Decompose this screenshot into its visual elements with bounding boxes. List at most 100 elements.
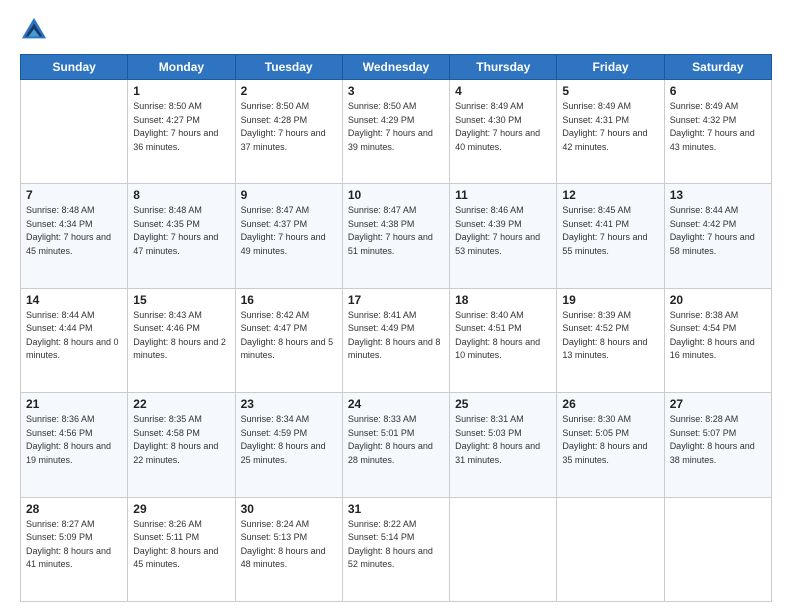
day-number: 9: [241, 188, 337, 202]
calendar-day-cell: 1Sunrise: 8:50 AMSunset: 4:27 PMDaylight…: [128, 80, 235, 184]
day-info: Sunrise: 8:42 AMSunset: 4:47 PMDaylight:…: [241, 309, 337, 363]
weekday-header: Friday: [557, 55, 664, 80]
calendar-day-cell: 7 Sunrise: 8:48 AMSunset: 4:34 PMDaylight…: [21, 184, 128, 288]
calendar-day-cell: 17 Sunrise: 8:41 AMSunset: 4:49 PMDayligh…: [342, 288, 449, 392]
day-info: Sunrise: 8:50 AMSunset: 4:27 PMDaylight:…: [133, 100, 229, 154]
calendar-day-cell: 28 Sunrise: 8:27 AMSunset: 5:09 PMDayligh…: [21, 497, 128, 601]
calendar-header-row: SundayMondayTuesdayWednesdayThursdayFrid…: [21, 55, 772, 80]
calendar-day-cell: 15 Sunrise: 8:43 AMSunset: 4:46 PMDayligh…: [128, 288, 235, 392]
logo: [20, 16, 52, 44]
calendar-day-cell: 4Sunrise: 8:49 AMSunset: 4:30 PMDaylight…: [450, 80, 557, 184]
day-number: 27: [670, 397, 766, 411]
calendar-day-cell: 19 Sunrise: 8:39 AMSunset: 4:52 PMDayligh…: [557, 288, 664, 392]
calendar-day-cell: 31Sunrise: 8:22 AMSunset: 5:14 PMDayligh…: [342, 497, 449, 601]
day-number: 5: [562, 84, 658, 98]
day-info: Sunrise: 8:50 AMSunset: 4:28 PMDaylight:…: [241, 100, 337, 154]
day-number: 23: [241, 397, 337, 411]
day-number: 13: [670, 188, 766, 202]
calendar-day-cell: 18 Sunrise: 8:40 AMSunset: 4:51 PMDayligh…: [450, 288, 557, 392]
calendar-day-cell: 26Sunrise: 8:30 AMSunset: 5:05 PMDayligh…: [557, 393, 664, 497]
calendar-day-cell: 13 Sunrise: 8:44 AMSunset: 4:42 PMDayligh…: [664, 184, 771, 288]
calendar-day-cell: 21Sunrise: 8:36 AMSunset: 4:56 PMDayligh…: [21, 393, 128, 497]
day-info: Sunrise: 8:46 AMSunset: 4:39 PMDaylight:…: [455, 204, 551, 258]
calendar-day-cell: [450, 497, 557, 601]
day-info: Sunrise: 8:24 AMSunset: 5:13 PMDaylight:…: [241, 518, 337, 572]
weekday-header: Tuesday: [235, 55, 342, 80]
calendar-day-cell: 20 Sunrise: 8:38 AMSunset: 4:54 PMDayligh…: [664, 288, 771, 392]
calendar-day-cell: 23Sunrise: 8:34 AMSunset: 4:59 PMDayligh…: [235, 393, 342, 497]
day-number: 28: [26, 502, 122, 516]
calendar-day-cell: 29 Sunrise: 8:26 AMSunset: 5:11 PMDayligh…: [128, 497, 235, 601]
calendar-day-cell: [664, 497, 771, 601]
calendar-day-cell: 16Sunrise: 8:42 AMSunset: 4:47 PMDayligh…: [235, 288, 342, 392]
day-info: Sunrise: 8:41 AMSunset: 4:49 PMDaylight:…: [348, 309, 444, 363]
day-number: 26: [562, 397, 658, 411]
day-info: Sunrise: 8:47 AMSunset: 4:37 PMDaylight:…: [241, 204, 337, 258]
day-info: Sunrise: 8:48 AMSunset: 4:34 PMDaylight:…: [26, 204, 122, 258]
day-info: Sunrise: 8:45 AMSunset: 4:41 PMDaylight:…: [562, 204, 658, 258]
day-info: Sunrise: 8:22 AMSunset: 5:14 PMDaylight:…: [348, 518, 444, 572]
day-info: Sunrise: 8:26 AMSunset: 5:11 PMDaylight:…: [133, 518, 229, 572]
weekday-header: Wednesday: [342, 55, 449, 80]
day-info: Sunrise: 8:35 AMSunset: 4:58 PMDaylight:…: [133, 413, 229, 467]
calendar-week-row: 21Sunrise: 8:36 AMSunset: 4:56 PMDayligh…: [21, 393, 772, 497]
day-number: 2: [241, 84, 337, 98]
calendar-day-cell: 8 Sunrise: 8:48 AMSunset: 4:35 PMDaylight…: [128, 184, 235, 288]
day-number: 18: [455, 293, 551, 307]
day-number: 20: [670, 293, 766, 307]
calendar-day-cell: 24 Sunrise: 8:33 AMSunset: 5:01 PMDayligh…: [342, 393, 449, 497]
day-info: Sunrise: 8:27 AMSunset: 5:09 PMDaylight:…: [26, 518, 122, 572]
day-info: Sunrise: 8:39 AMSunset: 4:52 PMDaylight:…: [562, 309, 658, 363]
day-number: 6: [670, 84, 766, 98]
weekday-header: Sunday: [21, 55, 128, 80]
day-number: 21: [26, 397, 122, 411]
day-number: 19: [562, 293, 658, 307]
calendar-day-cell: 6 Sunrise: 8:49 AMSunset: 4:32 PMDaylight…: [664, 80, 771, 184]
page: SundayMondayTuesdayWednesdayThursdayFrid…: [0, 0, 792, 612]
calendar-day-cell: 10 Sunrise: 8:47 AMSunset: 4:38 PMDayligh…: [342, 184, 449, 288]
calendar-day-cell: 5Sunrise: 8:49 AMSunset: 4:31 PMDaylight…: [557, 80, 664, 184]
calendar-day-cell: [557, 497, 664, 601]
day-number: 7: [26, 188, 122, 202]
day-number: 10: [348, 188, 444, 202]
day-info: Sunrise: 8:44 AMSunset: 4:44 PMDaylight:…: [26, 309, 122, 363]
day-number: 24: [348, 397, 444, 411]
day-info: Sunrise: 8:48 AMSunset: 4:35 PMDaylight:…: [133, 204, 229, 258]
day-info: Sunrise: 8:28 AMSunset: 5:07 PMDaylight:…: [670, 413, 766, 467]
weekday-header: Saturday: [664, 55, 771, 80]
day-info: Sunrise: 8:47 AMSunset: 4:38 PMDaylight:…: [348, 204, 444, 258]
calendar-day-cell: [21, 80, 128, 184]
day-number: 12: [562, 188, 658, 202]
day-info: Sunrise: 8:33 AMSunset: 5:01 PMDaylight:…: [348, 413, 444, 467]
day-number: 25: [455, 397, 551, 411]
day-number: 4: [455, 84, 551, 98]
calendar-week-row: 1Sunrise: 8:50 AMSunset: 4:27 PMDaylight…: [21, 80, 772, 184]
day-info: Sunrise: 8:31 AMSunset: 5:03 PMDaylight:…: [455, 413, 551, 467]
day-number: 30: [241, 502, 337, 516]
weekday-header: Thursday: [450, 55, 557, 80]
calendar-week-row: 28 Sunrise: 8:27 AMSunset: 5:09 PMDayligh…: [21, 497, 772, 601]
calendar-day-cell: 11Sunrise: 8:46 AMSunset: 4:39 PMDayligh…: [450, 184, 557, 288]
day-number: 22: [133, 397, 229, 411]
calendar-day-cell: 12 Sunrise: 8:45 AMSunset: 4:41 PMDayligh…: [557, 184, 664, 288]
day-info: Sunrise: 8:40 AMSunset: 4:51 PMDaylight:…: [455, 309, 551, 363]
calendar-week-row: 7 Sunrise: 8:48 AMSunset: 4:34 PMDaylight…: [21, 184, 772, 288]
day-info: Sunrise: 8:50 AMSunset: 4:29 PMDaylight:…: [348, 100, 444, 154]
calendar-day-cell: 14Sunrise: 8:44 AMSunset: 4:44 PMDayligh…: [21, 288, 128, 392]
day-info: Sunrise: 8:49 AMSunset: 4:32 PMDaylight:…: [670, 100, 766, 154]
day-number: 15: [133, 293, 229, 307]
header: [20, 16, 772, 44]
logo-icon: [20, 16, 48, 44]
day-info: Sunrise: 8:44 AMSunset: 4:42 PMDaylight:…: [670, 204, 766, 258]
day-number: 17: [348, 293, 444, 307]
day-info: Sunrise: 8:38 AMSunset: 4:54 PMDaylight:…: [670, 309, 766, 363]
day-number: 29: [133, 502, 229, 516]
calendar-day-cell: 9 Sunrise: 8:47 AMSunset: 4:37 PMDaylight…: [235, 184, 342, 288]
day-number: 8: [133, 188, 229, 202]
calendar-day-cell: 2 Sunrise: 8:50 AMSunset: 4:28 PMDaylight…: [235, 80, 342, 184]
day-info: Sunrise: 8:43 AMSunset: 4:46 PMDaylight:…: [133, 309, 229, 363]
weekday-header: Monday: [128, 55, 235, 80]
calendar-day-cell: 27 Sunrise: 8:28 AMSunset: 5:07 PMDayligh…: [664, 393, 771, 497]
day-number: 3: [348, 84, 444, 98]
calendar-day-cell: 3 Sunrise: 8:50 AMSunset: 4:29 PMDaylight…: [342, 80, 449, 184]
